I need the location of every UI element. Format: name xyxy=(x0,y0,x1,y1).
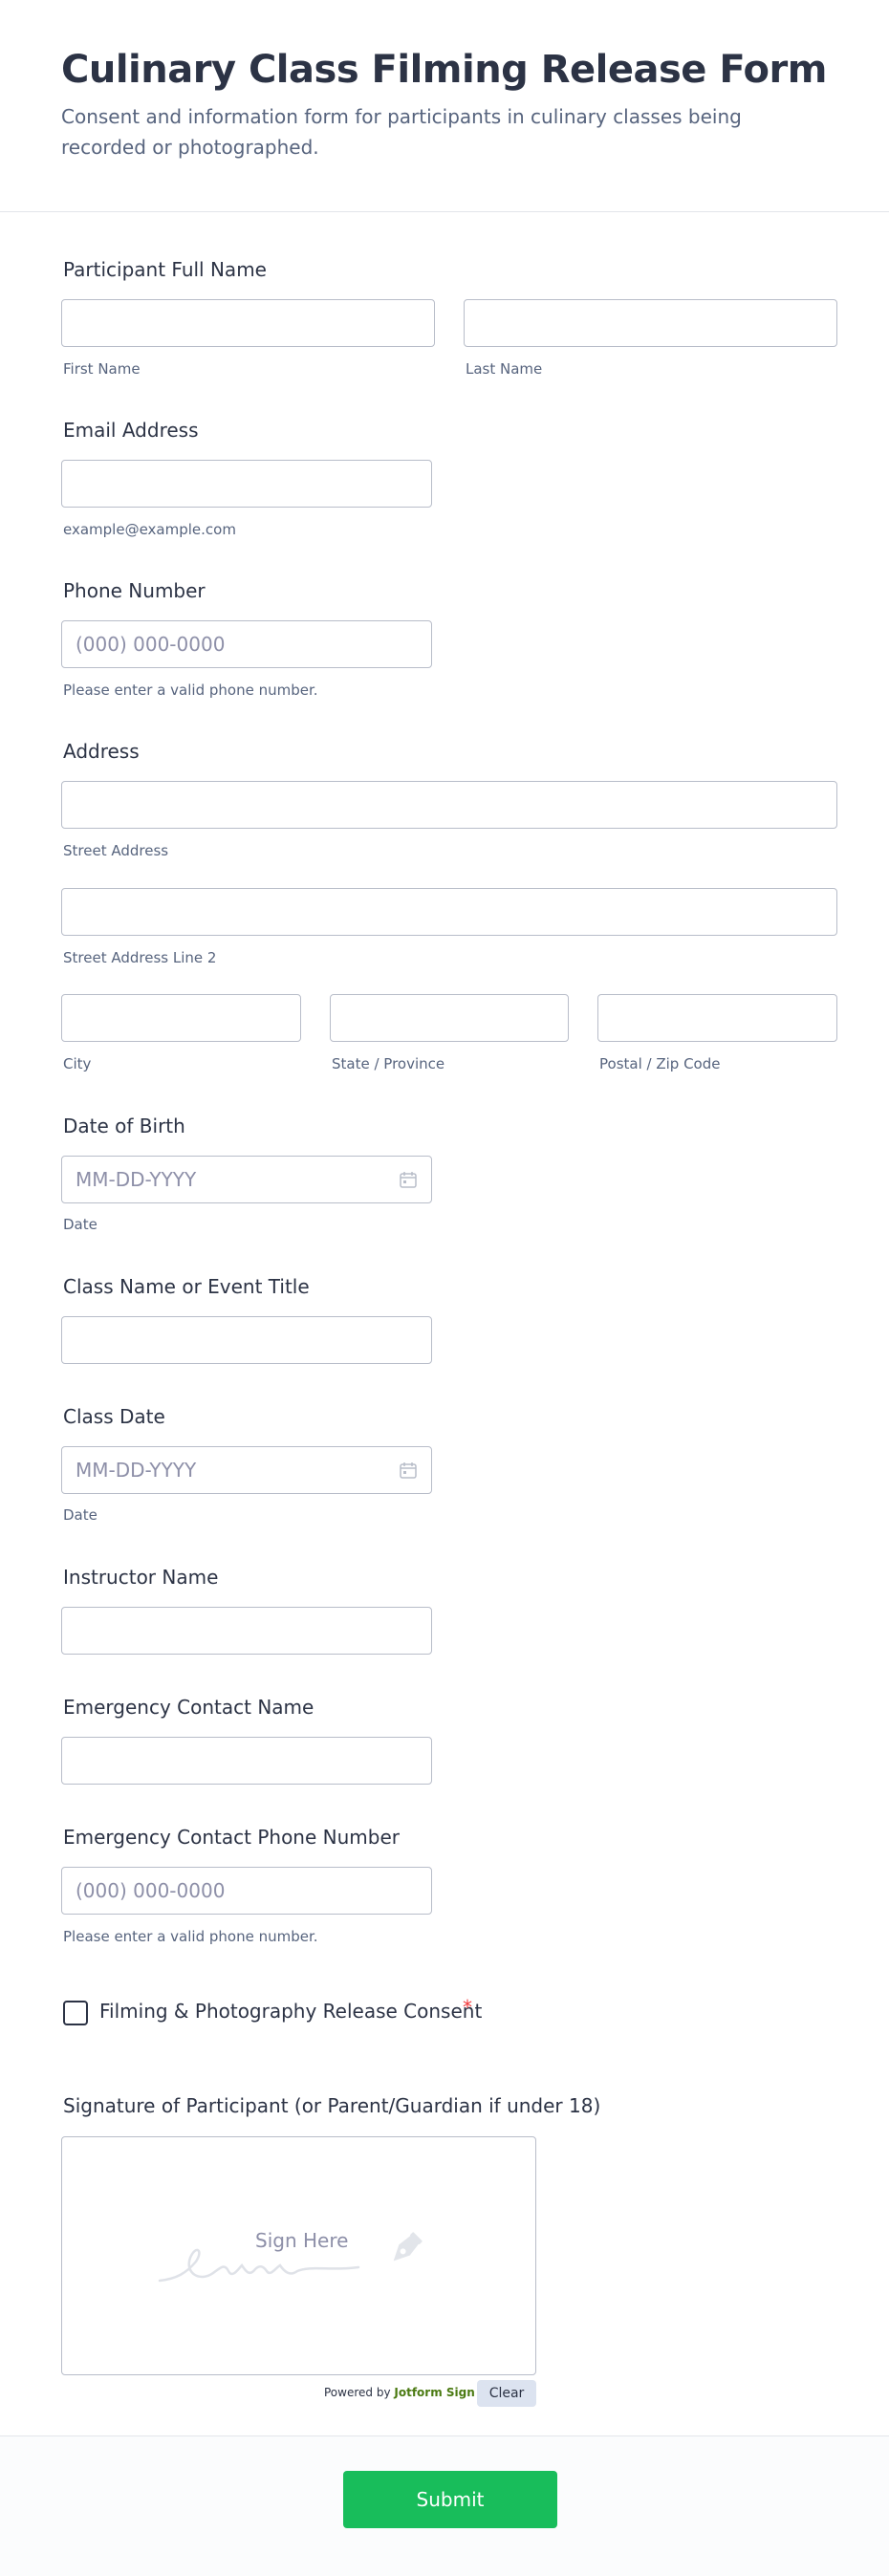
emergency-name-label: Emergency Contact Name xyxy=(63,1696,314,1719)
dob-input[interactable]: MM-DD-YYYY xyxy=(61,1156,432,1203)
powered-prefix: Powered by xyxy=(324,2386,395,2399)
full-name-label: Participant Full Name xyxy=(63,258,267,281)
required-marker: * xyxy=(463,1996,472,2019)
state-input[interactable] xyxy=(330,994,569,1042)
street-address-line2-input[interactable] xyxy=(61,888,837,936)
email-label: Email Address xyxy=(63,419,199,442)
first-name-input[interactable] xyxy=(61,299,435,347)
jotform-sign-brand: Jotform Sign xyxy=(394,2386,475,2399)
calendar-icon[interactable] xyxy=(399,1461,418,1480)
email-sublabel: example@example.com xyxy=(63,521,236,538)
last-name-input[interactable] xyxy=(464,299,837,347)
clear-signature-button[interactable]: Clear xyxy=(477,2380,536,2407)
city-sublabel: City xyxy=(63,1055,92,1072)
dob-placeholder: MM-DD-YYYY xyxy=(76,1168,197,1191)
class-name-label: Class Name or Event Title xyxy=(63,1275,310,1298)
phone-placeholder: (000) 000-0000 xyxy=(76,633,226,656)
dob-label: Date of Birth xyxy=(63,1115,185,1137)
form-title: Culinary Class Filming Release Form xyxy=(61,48,827,92)
zip-sublabel: Postal / Zip Code xyxy=(599,1055,721,1072)
emergency-phone-sublabel: Please enter a valid phone number. xyxy=(63,1928,318,1945)
dob-sublabel: Date xyxy=(63,1216,98,1233)
emergency-name-input[interactable] xyxy=(61,1737,432,1785)
form-header: Culinary Class Filming Release Form Cons… xyxy=(0,0,889,212)
pen-nib-icon xyxy=(393,2232,423,2262)
calendar-icon[interactable] xyxy=(399,1170,418,1189)
instructor-input[interactable] xyxy=(61,1607,432,1655)
emergency-phone-label: Emergency Contact Phone Number xyxy=(63,1826,400,1849)
signature-hint: Sign Here xyxy=(255,2229,349,2252)
submit-button[interactable]: Submit xyxy=(343,2471,557,2528)
emergency-phone-placeholder: (000) 000-0000 xyxy=(76,1879,226,1902)
form-footer: Submit xyxy=(0,2435,889,2576)
emergency-phone-input[interactable]: (000) 000-0000 xyxy=(61,1867,432,1915)
phone-sublabel: Please enter a valid phone number. xyxy=(63,682,318,699)
state-sublabel: State / Province xyxy=(332,1055,445,1072)
consent-checkbox[interactable] xyxy=(63,2001,88,2025)
signature-label: Signature of Participant (or Parent/Guar… xyxy=(63,2094,601,2117)
phone-label: Phone Number xyxy=(63,579,206,602)
first-name-sublabel: First Name xyxy=(63,360,141,378)
zip-input[interactable] xyxy=(597,994,837,1042)
class-date-label: Class Date xyxy=(63,1405,165,1428)
consent-label[interactable]: Filming & Photography Release Consent xyxy=(99,2000,482,2023)
powered-by: Powered by Jotform Sign xyxy=(324,2386,475,2399)
class-date-sublabel: Date xyxy=(63,1506,98,1524)
signature-pad[interactable]: Sign Here xyxy=(61,2136,536,2375)
last-name-sublabel: Last Name xyxy=(466,360,543,378)
class-date-input[interactable]: MM-DD-YYYY xyxy=(61,1446,432,1494)
instructor-label: Instructor Name xyxy=(63,1566,219,1589)
address-label: Address xyxy=(63,740,140,763)
class-date-placeholder: MM-DD-YYYY xyxy=(76,1459,197,1482)
form-subtitle: Consent and information form for partici… xyxy=(61,105,742,159)
phone-input[interactable]: (000) 000-0000 xyxy=(61,620,432,668)
street-address-line2-sublabel: Street Address Line 2 xyxy=(63,949,217,966)
city-input[interactable] xyxy=(61,994,301,1042)
class-name-input[interactable] xyxy=(61,1316,432,1364)
street-address-sublabel: Street Address xyxy=(63,842,169,859)
street-address-input[interactable] xyxy=(61,781,837,829)
email-input[interactable] xyxy=(61,460,432,508)
